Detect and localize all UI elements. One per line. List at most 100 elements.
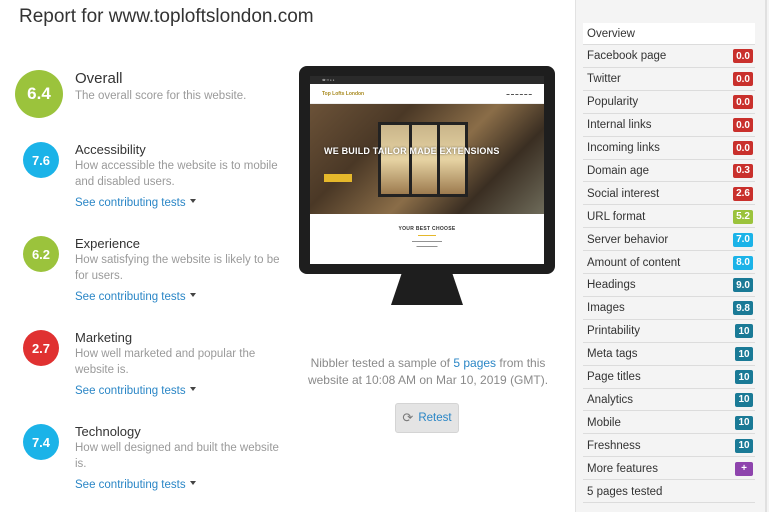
preview-hero-heading: WE BUILD TAILOR MADE EXTENSIONS (324, 146, 500, 156)
preview-section-title: YOUR BEST CHOOSE (398, 226, 456, 232)
score-badge: 10 (735, 392, 753, 407)
sidebar-item-social-interest[interactable]: Social interest 2.6 (583, 183, 755, 206)
sidebar-item-overview[interactable]: Overview (583, 23, 755, 45)
sidebar-item-label: Popularity (587, 96, 639, 109)
sidebar-item-images[interactable]: Images 9.8 (583, 298, 755, 320)
score-badge: 10 (735, 438, 753, 453)
sidebar-item-freshness[interactable]: Freshness 10 (583, 435, 755, 458)
contrib-link-label: See contributing tests (75, 197, 186, 209)
score-badge: 9.8 (733, 301, 753, 316)
sidebar-item-label: Incoming links (587, 142, 660, 154)
preview-logo: Top Lofts London (322, 90, 365, 97)
sidebar-item-label: Printability (587, 325, 641, 338)
sidebar-item-label: Images (587, 302, 625, 315)
caret-down-icon (189, 198, 196, 203)
score-badge: 10 (735, 370, 753, 384)
retest-button[interactable]: ⟳ Retest (395, 403, 459, 433)
retest-label: Retest (418, 412, 452, 424)
sidebar-item-headings[interactable]: Headings 9.0 (583, 275, 755, 297)
score-badge: 7.0 (733, 232, 753, 247)
sidebar-item-label: Headings (587, 279, 636, 292)
score-circle-technology: 7.4 (23, 424, 59, 460)
sidebar-item-5-pages-tested[interactable]: 5 pages tested (583, 481, 755, 503)
monitor-stand (391, 273, 463, 305)
score-badge: 9.0 (733, 278, 753, 293)
score-badge: 8.0 (733, 255, 753, 270)
see-contributing-tests-link-marketing[interactable]: See contributing tests (75, 385, 196, 397)
score-title-marketing: Marketing (75, 330, 133, 345)
sidebar-item-label: Amount of content (587, 256, 681, 269)
score-badge: 5.2 (733, 209, 753, 224)
preview-nav: Top Lofts London ▬ ▬ ▬ ▬ ▬ ▬ (310, 84, 544, 104)
caret-down-icon (189, 480, 196, 485)
score-badge: + (735, 461, 753, 476)
score-badge: 0.0 (733, 118, 753, 133)
preview-hero: WE BUILD TAILOR MADE EXTENSIONS (310, 104, 544, 214)
sidebar-item-page-titles[interactable]: Page titles 10 (583, 367, 755, 389)
page-title: Report for www.toploftslondon.com (19, 6, 314, 27)
sidebar-item-internal-links[interactable]: Internal links 0.0 (583, 115, 755, 137)
website-preview-screenshot: ☎ ✉ ● ● Top Lofts London ▬ ▬ ▬ ▬ ▬ ▬ WE … (310, 76, 544, 264)
sidebar-item-label: More features (587, 462, 658, 475)
sidebar-item-label: Analytics (587, 393, 634, 406)
score-circle-marketing: 2.7 (23, 330, 59, 366)
sidebar-item-server-behavior[interactable]: Server behavior 7.0 (583, 229, 755, 252)
sidebar-scrollbar[interactable] (765, 0, 767, 512)
score-title-overall: Overall (75, 70, 123, 87)
sidebar-item-label: Freshness (587, 439, 641, 452)
sidebar-item-label: Server behavior (587, 233, 669, 246)
preview-section-divider (418, 235, 436, 236)
score-badge: 10 (735, 324, 753, 339)
sidebar-item-facebook-page[interactable]: Facebook page 0.0 (583, 46, 755, 68)
sidebar-item-label: Social interest (587, 187, 660, 200)
score-badge: 0.3 (733, 163, 753, 178)
score-desc-experience: How satisfying the website is likely to … (75, 254, 280, 282)
caret-down-icon (189, 292, 196, 297)
sidebar-item-label: Meta tags (587, 348, 638, 361)
caret-down-icon (189, 386, 196, 391)
sidebar-item-printability[interactable]: Printability 10 (583, 321, 755, 343)
see-contributing-tests-link-accessibility[interactable]: See contributing tests (75, 197, 196, 209)
score-desc-overall: The overall score for this website. (75, 90, 247, 102)
sidebar-item-label: Internal links (587, 119, 652, 132)
score-circle-accessibility: 7.6 (23, 142, 59, 178)
see-contributing-tests-link-technology[interactable]: See contributing tests (75, 479, 196, 491)
score-badge: 10 (735, 415, 753, 430)
score-title-technology: Technology (75, 424, 141, 439)
score-desc-marketing: How well marketed and popular the websit… (75, 348, 256, 376)
sidebar-item-incoming-links[interactable]: Incoming links 0.0 (583, 138, 755, 160)
sidebar-item-analytics[interactable]: Analytics 10 (583, 389, 755, 412)
sidebar-item-label: Page titles (587, 371, 641, 383)
score-badge: 0.0 (733, 49, 753, 64)
sidebar-item-label: Twitter (587, 73, 621, 86)
sidebar-item-label: Mobile (587, 416, 621, 429)
contrib-link-label: See contributing tests (75, 291, 186, 303)
sidebar-item-popularity[interactable]: Popularity 0.0 (583, 92, 755, 114)
see-contributing-tests-link-experience[interactable]: See contributing tests (75, 291, 196, 303)
contrib-link-label: See contributing tests (75, 385, 186, 397)
sidebar-item-label: Overview (587, 27, 635, 40)
sidebar-item-amount-of-content[interactable]: Amount of content 8.0 (583, 252, 755, 274)
score-title-experience: Experience (75, 236, 141, 251)
refresh-icon: ⟳ (402, 410, 414, 425)
sidebar-item-label: URL format (587, 210, 646, 223)
sidebar-item-twitter[interactable]: Twitter 0.0 (583, 69, 755, 91)
sidebar-item-domain-age[interactable]: Domain age 0.3 (583, 160, 755, 183)
sidebar-item-mobile[interactable]: Mobile 10 (583, 412, 755, 435)
sidebar-item-url-format[interactable]: URL format 5.2 (583, 206, 755, 229)
pages-link[interactable]: 5 pages (453, 356, 496, 370)
score-circle-overall: 6.4 (15, 70, 63, 118)
sample-info: Nibbler tested a sample of 5 pages from … (300, 355, 556, 389)
preview-section: YOUR BEST CHOOSE ▬▬▬▬▬▬▬▬▬▬ ▬▬▬▬▬▬▬ (310, 214, 544, 249)
score-circle-experience: 6.2 (23, 236, 59, 272)
preview-section-text: ▬▬▬▬▬▬▬▬▬▬ ▬▬▬▬▬▬▬ (412, 239, 442, 248)
score-badge: 10 (735, 347, 753, 362)
sidebar-item-more-features[interactable]: More features + (583, 458, 755, 481)
score-badge: 2.6 (733, 186, 753, 201)
preview-hero-window (378, 122, 468, 197)
score-badge: 0.0 (733, 95, 753, 110)
sidebar-item-meta-tags[interactable]: Meta tags 10 (583, 344, 755, 366)
score-badge: 0.0 (733, 141, 753, 155)
sidebar-item-label: Domain age (587, 164, 650, 177)
preview-topbar: ☎ ✉ ● ● (310, 76, 544, 84)
